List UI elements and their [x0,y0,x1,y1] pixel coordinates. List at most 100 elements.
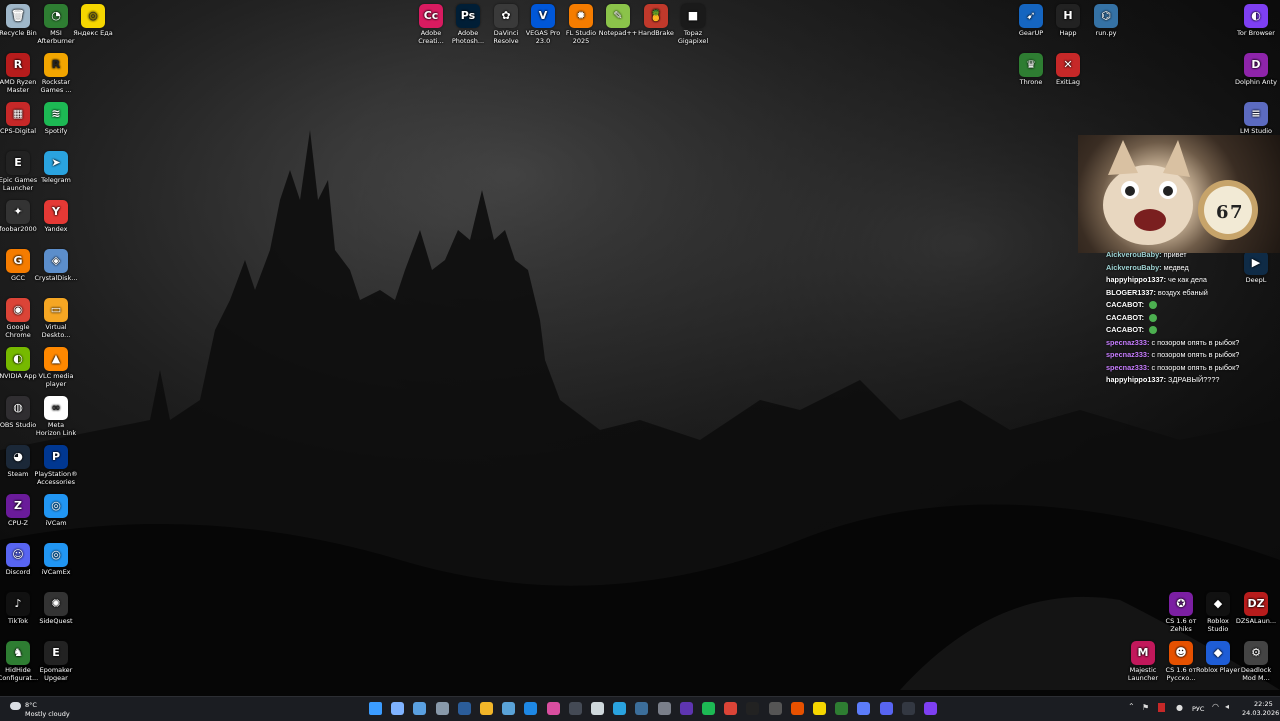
chat-text: привет [1163,250,1187,259]
chat-username: specnaz333: [1106,350,1150,359]
taskbar-search-icon[interactable] [391,702,405,715]
desktop-icon-sidequest[interactable]: ✺ SideQuest [29,592,83,626]
chat-username: AickverouBaby: [1106,250,1162,259]
chat-message: BLOGER1337: воздух ебаный [1106,287,1280,300]
desktop-icon-label: Deadlock Mod M... [1240,666,1272,682]
taskbar-mail-icon[interactable] [524,702,538,715]
taskbar-throne-icon[interactable] [835,702,849,715]
desktop-icon-crystaldisk[interactable]: ◈ CrystalDisk... [29,249,83,283]
handbrake-icon: 🍍 [644,4,668,28]
clock-time[interactable]: 22:25 [1254,700,1273,708]
taskbar-obs-icon[interactable] [768,702,782,715]
desktop-icon-yandex-eda[interactable]: ◎ Яндекс Еда [66,4,120,38]
language-indicator[interactable]: РУС [1192,705,1204,713]
chat-message: CACABOT: [1106,312,1280,325]
desktop-icon-yandex[interactable]: Y Yandex [29,200,83,234]
crystaldisk-icon: ◈ [44,249,68,273]
playstation-accessories-icon: P [44,445,68,469]
desktop-icon-label: Dolphin Anty [1235,78,1277,86]
taskbar-settings-icon[interactable] [657,702,671,715]
taskbar-yandex-eda-icon[interactable] [813,702,826,715]
discord-icon: ☺ [6,543,30,567]
taskbar-app-grey-icon[interactable] [901,702,915,715]
desktop-icon-playstation-accessories[interactable]: P PlayStation® Accessories [29,445,83,486]
taskbar-store-icon[interactable] [591,702,604,715]
desktop-icon-label: iVCamEx [41,568,71,576]
chat-message: CACABOT: [1106,299,1280,312]
desktop-icon-spotify[interactable]: ≋ Spotify [29,102,83,136]
desktop-icon-lm-studio[interactable]: ≡ LM Studio [1229,102,1280,136]
stream-chat-overlay: AickverouBaby: привет AickverouBaby: медв… [1106,249,1280,387]
desktop-icon-dolphin-anty[interactable]: D Dolphin Anty [1229,53,1280,87]
chat-username: specnaz333: [1106,362,1150,372]
run-py-icon: ⌬ [1094,4,1118,28]
yandex-icon: Y [44,200,68,224]
desktop-icon-label: Telegram [41,176,71,184]
desktop-icon-label: VLC media player [38,372,74,388]
notepad-plus-icon: ✎ [606,4,630,28]
desktop-icon-dzsa-launcher[interactable]: DZ DZSALaun... [1229,592,1280,626]
taskbar-chrome-icon[interactable] [724,702,738,715]
taskbar-app-z-icon[interactable] [679,702,693,715]
ivcam-icon: ◎ [44,494,68,518]
desktop-icon-meta-horizon-link[interactable]: ∞ Meta Horizon Link [29,396,83,437]
volume-icon[interactable]: ◂ [1225,702,1229,711]
cs-russian-icon: ☻ [1169,641,1193,665]
taskbar-task-view-icon[interactable] [413,702,427,715]
desktop-icon-tor-browser[interactable]: ◐ Tor Browser [1229,4,1280,38]
taskbar-app-black-icon[interactable] [746,702,760,715]
taskbar-app-blue-icon[interactable] [857,702,871,715]
taskbar-discord-icon[interactable] [879,702,893,715]
desktop-icon-exitlag[interactable]: ✕ ExitLag [1041,53,1095,87]
desktop-icon-epomaker[interactable]: E Epomaker Upgear [29,641,83,682]
desktop-icon-label: SideQuest [39,617,73,625]
bluetooth-icon[interactable] [1158,703,1165,712]
foobar2000-icon: ✦ [6,200,30,224]
topaz-gigapixel-icon: ■ [681,4,705,28]
chat-emote-icon [1149,326,1158,335]
taskbar-app-dark-icon[interactable] [568,702,582,715]
taskbar-widgets-icon[interactable] [435,702,449,715]
wifi-icon[interactable]: ◠ [1212,702,1219,711]
taskbar-photos-icon[interactable] [502,702,516,715]
chat-text: ЗДРАВЫЙ???? [1168,375,1220,384]
spotify-icon: ≋ [44,102,68,126]
desktop-icon-virtual-desktop[interactable]: ▭ Virtual Deskto... [29,298,83,339]
taskbar-spotify-icon[interactable] [702,702,715,715]
desktop-icon-run-py[interactable]: ⌬ run.py [1079,4,1133,38]
desktop-icon-topaz-gigapixel[interactable]: ■ Topaz Gigapixel [666,4,720,45]
desktop-icon-rockstar-games[interactable]: R Rockstar Games ... [29,53,83,94]
taskbar-app-pink-icon[interactable] [546,702,560,715]
tiktok-icon: ♪ [6,592,30,616]
obs-studio-icon: ◍ [6,396,30,420]
chat-text: че как дела [1168,275,1207,284]
network-icon[interactable]: ⚑ [1142,703,1149,712]
mic-icon[interactable]: ● [1176,703,1183,712]
weather-widget[interactable]: 8°C Mostly cloudy [10,700,80,718]
taskbar-terminal-icon[interactable] [457,702,471,715]
taskbar-tor-icon[interactable] [924,702,937,715]
clock-date[interactable]: 24.03.2026 [1242,709,1279,717]
desktop-icon-label: Topaz Gigapixel [677,29,709,45]
desktop-icon-deadlock-mod[interactable]: ⚙ Deadlock Mod M... [1229,641,1280,682]
desktop-icon-ivcamex[interactable]: ◎ iVCamEx [29,543,83,577]
desktop-icon-label: Rockstar Games ... [40,78,72,94]
chat-username: AickverouBaby: [1106,262,1162,272]
roblox-studio-icon: ◆ [1206,592,1230,616]
lm-studio-icon: ≡ [1244,102,1268,126]
weather-icon [10,702,21,710]
taskbar-app-orange-icon[interactable] [790,702,804,715]
taskbar-start-icon[interactable] [369,702,382,715]
desktop-icon-ivcam[interactable]: ◎ iVCam [29,494,83,528]
taskbar-file-explorer-icon[interactable] [480,702,493,715]
desktop-icon-label: ExitLag [1055,78,1081,86]
desktop-icon-label: CrystalDisk... [34,274,78,282]
cs-zehiks-icon: ✪ [1169,592,1193,616]
desktop-icon-label: Meta Horizon Link [35,421,77,437]
desktop-icon-vlc[interactable]: ▲ VLC media player [29,347,83,388]
taskbar-telegram-icon[interactable] [613,702,627,715]
chevron-up-icon[interactable]: ⌃ [1128,702,1135,711]
taskbar-steam-icon[interactable] [635,702,649,715]
desktop-icon-telegram[interactable]: ➤ Telegram [29,151,83,185]
svg-text:6: 6 [1216,202,1229,223]
